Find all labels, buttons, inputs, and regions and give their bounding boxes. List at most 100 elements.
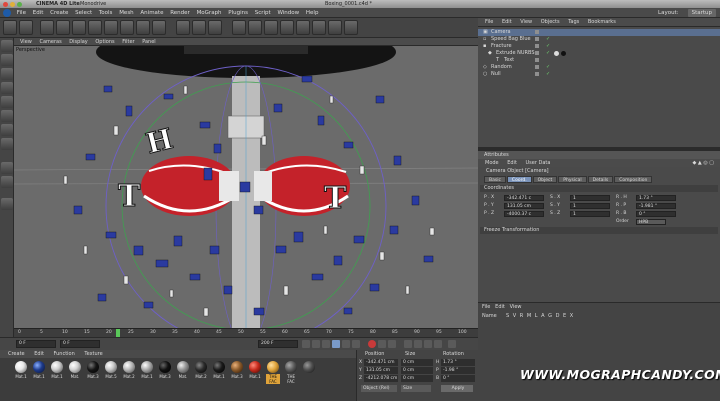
timeline-ruler[interactable]: 0 5 10 15 20 25 30 35 40 45 50 55 60 65 … [14, 328, 478, 337]
workplane-lock-icon[interactable] [1, 198, 13, 210]
key-rotation-button[interactable] [414, 340, 422, 348]
object-row-extrude-nurbs[interactable]: ◆ Extrude NURBS ✓ [478, 50, 720, 57]
tab-basic[interactable]: Basic [484, 176, 506, 183]
key-position-button[interactable] [404, 340, 412, 348]
material-swatch[interactable]: Mat.1 [50, 361, 64, 379]
close-icon[interactable] [3, 1, 8, 7]
live-select-button[interactable] [40, 20, 54, 35]
attr-menu-user-data[interactable]: User Data [526, 160, 551, 166]
material-swatch[interactable]: Mat.1 [212, 361, 226, 379]
om-menu-bookmarks[interactable]: Bookmarks [588, 19, 616, 25]
om-menu-edit[interactable]: Edit [502, 19, 512, 25]
vp-menu-cameras[interactable]: Cameras [39, 39, 61, 45]
lock-icon[interactable]: ◆ ▲ ◎ ▢ [692, 159, 714, 167]
menu-mograph[interactable]: MoGraph [197, 10, 222, 16]
attr-menu-mode[interactable]: Mode [485, 160, 499, 166]
record-button[interactable] [368, 340, 376, 348]
om-menu-tags[interactable]: Tags [568, 19, 579, 25]
menu-render[interactable]: Render [170, 10, 190, 16]
axis-y-button[interactable] [120, 20, 134, 35]
menu-edit[interactable]: Edit [33, 10, 44, 16]
attr-menu-edit[interactable]: Edit [507, 160, 517, 166]
model-mode-icon[interactable] [1, 54, 13, 66]
coord-size-x[interactable]: 0 cm [401, 359, 433, 366]
move-tool-button[interactable] [56, 20, 70, 35]
vp-menu-display[interactable]: Display [69, 39, 87, 45]
tab-composition[interactable]: Composition [614, 176, 653, 183]
points-mode-icon[interactable] [1, 96, 13, 108]
coord-rot-p[interactable]: -1.98 ° [441, 367, 475, 374]
layout-selector[interactable]: Layout: Startup [658, 9, 716, 17]
vp-menu-panel[interactable]: Panel [142, 39, 156, 45]
tweak-mode-icon[interactable] [1, 162, 13, 174]
attr-pos-z[interactable]: -4000.37 c [504, 210, 544, 217]
material-swatch[interactable]: Mat.3 [86, 361, 100, 379]
menu-animate[interactable]: Animate [140, 10, 163, 16]
enabled-check-icon[interactable]: ✓ [546, 36, 550, 43]
freeze-transformation-section[interactable]: Freeze Transformation [480, 227, 718, 234]
end-frame-field[interactable]: 200 F [258, 340, 298, 348]
enabled-check-icon[interactable]: ✓ [546, 43, 550, 50]
material-swatch[interactable]: Mat.5 [104, 361, 118, 379]
menu-mesh[interactable]: Mesh [119, 10, 133, 16]
object-row-text[interactable]: T Text [478, 57, 720, 64]
attr-scale-x[interactable]: 1 [570, 194, 610, 201]
material-swatch[interactable]: Mat.1 [140, 361, 154, 379]
key-scale-button[interactable] [424, 340, 432, 348]
layout-value[interactable]: Startup [687, 9, 716, 17]
prev-frame-button[interactable] [312, 340, 320, 348]
array-button[interactable] [280, 20, 294, 35]
coord-pos-z[interactable]: -4212.078 cm [364, 375, 398, 382]
layer-menu-file[interactable]: File [482, 304, 490, 310]
attr-scale-y[interactable]: 1 [570, 202, 610, 209]
render-settings-button[interactable] [208, 20, 222, 35]
current-frame-field[interactable]: 0 F [60, 340, 100, 348]
coord-size-y[interactable]: 0 cm [401, 367, 433, 374]
undo-button[interactable] [3, 20, 17, 35]
attr-pos-x[interactable]: -342.471 c [504, 194, 544, 201]
coord-size-z[interactable]: 0 cm [401, 375, 433, 382]
make-editable-icon[interactable] [1, 40, 13, 52]
workplane-icon[interactable] [1, 82, 13, 94]
mat-menu-create[interactable]: Create [8, 351, 25, 357]
start-frame-field[interactable]: 0 F [16, 340, 56, 348]
nurbs-button[interactable] [264, 20, 278, 35]
next-frame-button[interactable] [342, 340, 350, 348]
minimize-icon[interactable] [10, 1, 15, 7]
menu-create[interactable]: Create [50, 10, 68, 16]
coordinate-system-button[interactable] [152, 20, 166, 35]
play-button[interactable] [332, 340, 340, 348]
material-swatch[interactable] [302, 361, 316, 374]
attr-rot-p[interactable]: -1.981 ° [636, 202, 676, 209]
object-row-camera[interactable]: ▣ Camera [478, 29, 720, 36]
object-row-null[interactable]: ○ Null ✓ [478, 71, 720, 78]
polygons-mode-icon[interactable] [1, 124, 13, 136]
coord-pos-y[interactable]: 131.05 cm [364, 367, 398, 374]
menu-script[interactable]: Script [255, 10, 271, 16]
attr-rot-h[interactable]: 1.73 ° [636, 194, 676, 201]
keyframe-selection-button[interactable] [388, 340, 396, 348]
vp-menu-view[interactable]: View [20, 39, 32, 45]
mat-menu-edit[interactable]: Edit [34, 351, 44, 357]
tab-object[interactable]: Object [532, 176, 558, 183]
timeline-playhead[interactable] [116, 329, 120, 337]
layer-menu-view[interactable]: View [510, 304, 522, 310]
om-menu-file[interactable]: File [485, 19, 493, 25]
material-tag-icon[interactable] [554, 50, 559, 56]
viewport-3d[interactable]: H T T Perspective [14, 46, 478, 328]
material-tag-icon[interactable] [561, 50, 566, 56]
material-swatch[interactable]: Mat.2 [122, 361, 136, 379]
material-swatch[interactable]: Mat.2 [194, 361, 208, 379]
snapping-icon[interactable] [1, 176, 13, 188]
attr-pos-y[interactable]: 131.05 cm [504, 202, 544, 209]
visibility-flags[interactable] [535, 72, 541, 79]
enabled-check-icon[interactable]: ✓ [546, 50, 550, 57]
goto-start-button[interactable] [302, 340, 310, 348]
object-row-random[interactable]: ◇ Random ✓ [478, 64, 720, 71]
timeline-options-button[interactable] [448, 340, 456, 348]
enable-axis-icon[interactable] [1, 138, 13, 150]
spline-button[interactable] [248, 20, 262, 35]
attr-scale-z[interactable]: 1 [570, 210, 610, 217]
menu-help[interactable]: Help [306, 10, 319, 16]
om-menu-objects[interactable]: Objects [541, 19, 560, 25]
